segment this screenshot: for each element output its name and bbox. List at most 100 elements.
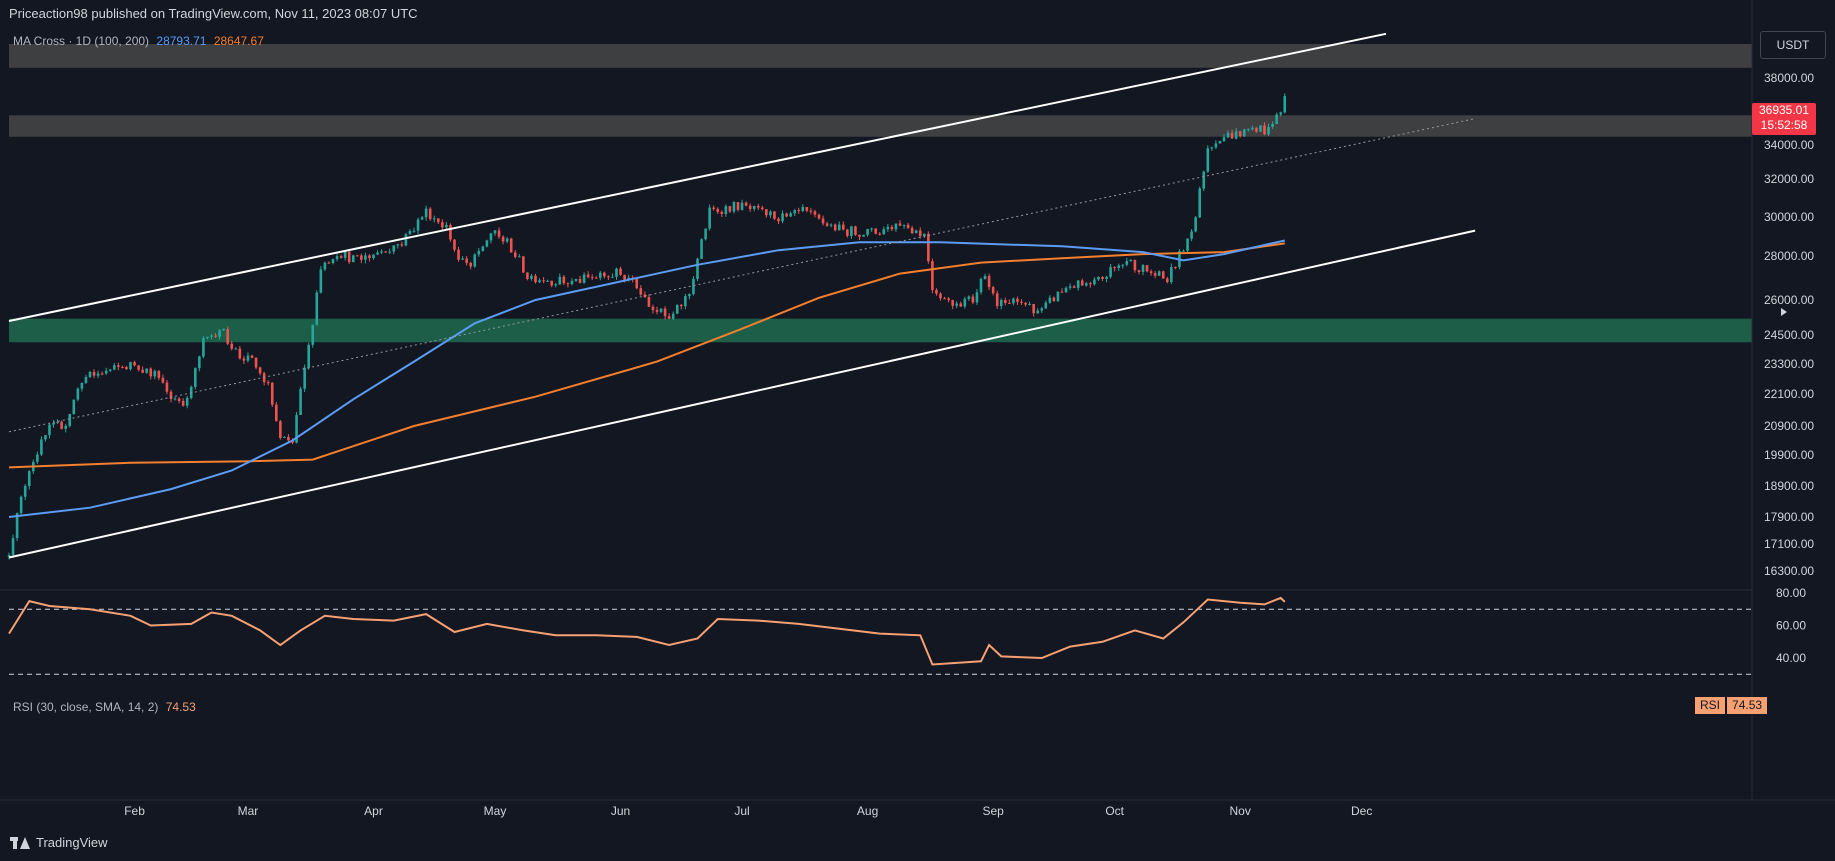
candle <box>449 223 452 242</box>
candle <box>279 419 282 440</box>
x-tick-label: Mar <box>238 804 259 818</box>
last-price-value: 36935.01 <box>1758 103 1810 117</box>
y-tick-label: 26000.00 <box>1764 293 1814 307</box>
rsi-badge-value: 74.53 <box>1727 697 1768 714</box>
currency-button[interactable]: USDT <box>1760 31 1826 59</box>
candle <box>60 420 63 430</box>
rsi-tick-label: 60.00 <box>1776 619 1806 633</box>
candle <box>1186 238 1189 253</box>
x-tick-label: Dec <box>1351 804 1372 818</box>
candle <box>1259 125 1262 133</box>
y-tick-label: 17900.00 <box>1764 510 1814 524</box>
y-tick-label: 28000.00 <box>1764 249 1814 263</box>
candle <box>773 210 776 221</box>
candle <box>1202 170 1206 192</box>
footer-brand-text: TradingView <box>36 835 108 850</box>
candle <box>72 399 76 415</box>
x-tick-label: Apr <box>364 804 383 818</box>
candle <box>275 402 278 422</box>
candle <box>11 534 15 559</box>
candle <box>854 225 857 236</box>
candle <box>351 254 355 263</box>
rsi-badge-name: RSI <box>1695 697 1726 714</box>
x-tick-label: Aug <box>857 804 878 818</box>
rsi-label: RSI (30, close, SMA, 14, 2) <box>13 700 159 714</box>
candle <box>1206 145 1210 173</box>
tradingview-logo-icon <box>10 836 30 849</box>
candle <box>833 223 837 232</box>
candle <box>485 239 489 248</box>
y-tick-label: 30000.00 <box>1764 210 1814 224</box>
candle <box>700 238 703 259</box>
y-tick-label: 19900.00 <box>1764 448 1814 462</box>
candle <box>874 228 877 235</box>
candle <box>202 336 205 359</box>
candle <box>319 266 323 294</box>
candle <box>1194 216 1197 233</box>
y-tick-label: 17100.00 <box>1764 537 1814 551</box>
candle <box>696 257 699 282</box>
candle <box>1283 93 1287 114</box>
candle <box>315 290 319 327</box>
resistance-zone-upper <box>9 44 1752 68</box>
x-tick-label: Jul <box>734 804 749 818</box>
candle <box>635 278 639 290</box>
y-tick-label: 38000.00 <box>1764 71 1814 85</box>
candle <box>1145 264 1149 273</box>
candle <box>927 231 930 264</box>
y-tick-label: 20900.00 <box>1764 419 1814 433</box>
y-tick-label: 16300.00 <box>1764 564 1814 578</box>
footer-brand[interactable]: TradingView <box>10 835 108 850</box>
candle <box>307 342 310 370</box>
y-tick-label: 24500.00 <box>1764 328 1814 342</box>
candle <box>704 228 707 241</box>
support-zone <box>9 318 1752 343</box>
x-tick-label: Jun <box>611 804 630 818</box>
candle <box>68 413 72 428</box>
candle <box>1218 140 1222 144</box>
candle <box>1161 270 1165 280</box>
candle <box>1056 291 1060 303</box>
candle <box>404 232 408 247</box>
x-tick-label: Sep <box>982 804 1004 818</box>
candle <box>194 367 197 390</box>
price-chart[interactable]: 38000.0036000.0034000.0032000.0030000.00… <box>0 0 1835 861</box>
candle <box>1242 128 1246 137</box>
candle <box>1198 186 1201 218</box>
last-price-badge: 36935.01 15:52:58 <box>1752 103 1816 135</box>
rsi-tick-label: 40.00 <box>1776 651 1806 665</box>
ma-cross-legend[interactable]: MA Cross · 1D (100, 200) 28793.71 28647.… <box>13 34 264 48</box>
candle <box>675 304 679 314</box>
rsi-badge: RSI 74.53 <box>1695 697 1768 714</box>
candle <box>708 204 711 231</box>
x-tick-label: May <box>484 804 507 818</box>
ma-cross-label: MA Cross · 1D (100, 200) <box>13 34 150 48</box>
candle <box>254 357 258 370</box>
candle <box>428 207 432 221</box>
candle <box>299 386 302 416</box>
candle <box>522 255 525 273</box>
candle <box>311 324 315 348</box>
x-tick-label: Feb <box>124 804 145 818</box>
bar-countdown: 15:52:58 <box>1760 118 1808 132</box>
published-header: Priceaction98 published on TradingView.c… <box>9 6 418 21</box>
rsi-tick-label: 80.00 <box>1776 586 1806 600</box>
rsi-legend-value: 74.53 <box>165 700 196 714</box>
x-tick-label: Nov <box>1230 804 1251 818</box>
rsi-legend[interactable]: RSI (30, close, SMA, 14, 2) 74.53 <box>13 700 196 714</box>
resistance-zone-lower <box>9 115 1752 137</box>
candle <box>473 253 477 268</box>
candle <box>19 495 23 516</box>
ma200-value: 28647.67 <box>213 34 264 48</box>
y-tick-label: 18900.00 <box>1764 479 1814 493</box>
candle <box>931 258 934 294</box>
y-tick-label: 32000.00 <box>1764 172 1814 186</box>
y-tick-label: 22100.00 <box>1764 387 1814 401</box>
candle <box>76 387 80 402</box>
x-tick-label: Oct <box>1105 804 1124 818</box>
ma100-value: 28793.71 <box>156 34 207 48</box>
candle <box>862 234 865 237</box>
candle <box>226 326 229 346</box>
candle <box>270 382 274 408</box>
y-tick-label: 34000.00 <box>1764 138 1814 152</box>
